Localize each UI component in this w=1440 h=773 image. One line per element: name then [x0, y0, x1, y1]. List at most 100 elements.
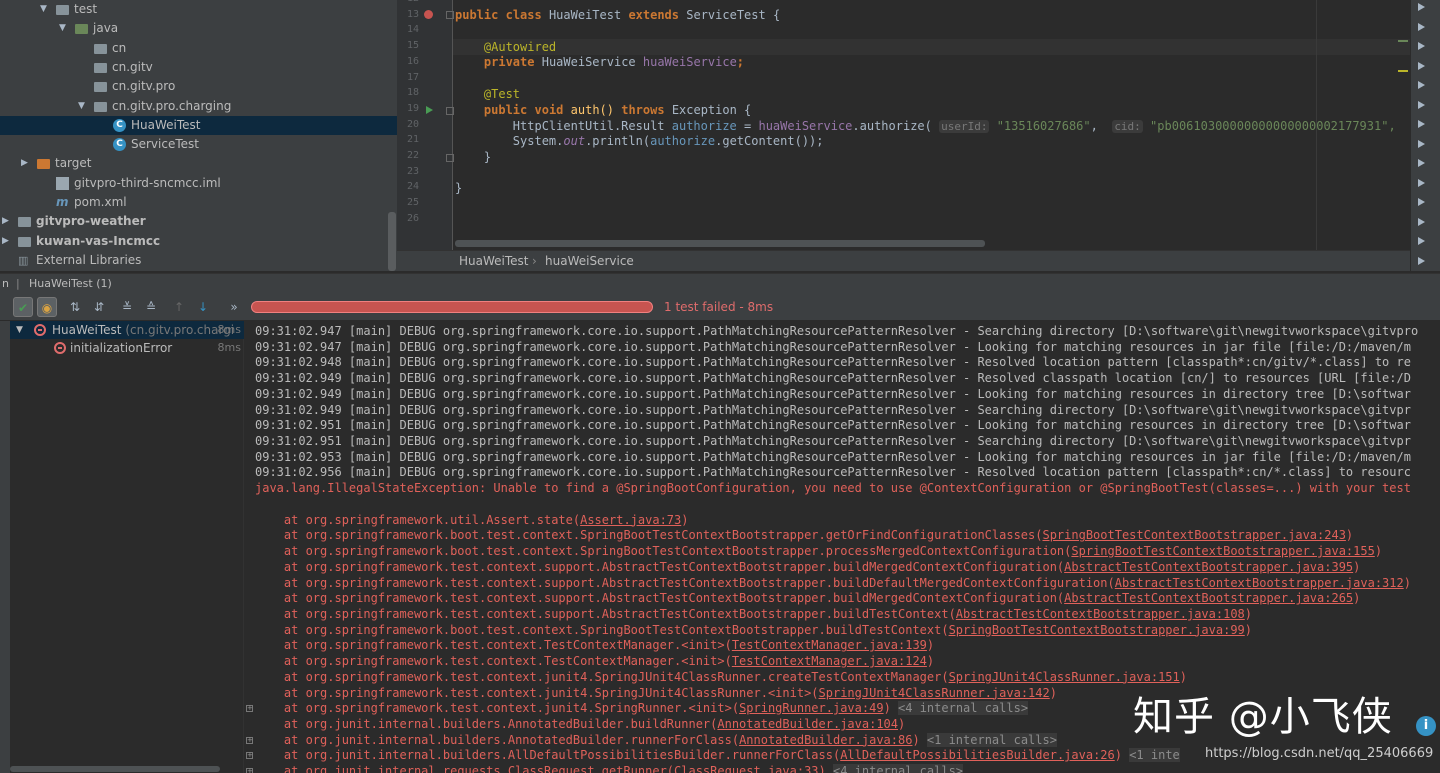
source-link[interactable]: SpringRunner.java:49: [739, 701, 884, 715]
excluded-folder-icon: [37, 159, 50, 170]
source-link[interactable]: SpringBootTestContextBootstrapper.java:1…: [1071, 544, 1374, 558]
code-line-22[interactable]: }: [455, 149, 491, 165]
source-link[interactable]: AbstractTestContextBootstrapper.java:395: [1064, 560, 1353, 574]
internal-calls-fold[interactable]: <4 internal calls>: [832, 764, 964, 773]
more-actions-button[interactable]: »: [224, 297, 244, 317]
stripe-arrow-icon[interactable]: [1418, 217, 1425, 226]
run-tab-title[interactable]: HuaWeiTest (1): [29, 274, 112, 294]
tree-item[interactable]: cn: [0, 39, 397, 58]
tree-item[interactable]: cn.gitv: [0, 58, 397, 77]
code-line-16[interactable]: private HuaWeiService huaWeiService;: [455, 54, 744, 70]
run-test-icon[interactable]: [426, 106, 433, 114]
source-link[interactable]: SpringJUnit4ClassRunner.java:142: [819, 686, 1050, 700]
stripe-arrow-icon[interactable]: [1418, 42, 1425, 50]
tree-item[interactable]: ▥ External Libraries: [0, 251, 397, 270]
expand-fold-icon[interactable]: +: [246, 752, 253, 760]
tree-item[interactable]: C ServiceTest: [0, 135, 397, 154]
fold-icon[interactable]: [446, 11, 454, 19]
expand-fold-icon[interactable]: +: [246, 736, 253, 744]
internal-calls-fold[interactable]: <4 internal calls>: [898, 701, 1029, 716]
source-link[interactable]: AnnotatedBuilder.java:104: [717, 717, 898, 731]
previous-failed-button[interactable]: ↑: [169, 297, 189, 317]
stack-trace-line: at org.springframework.boot.test.context…: [255, 622, 1253, 637]
code-line-15[interactable]: @Autowired: [455, 39, 556, 55]
source-link[interactable]: SpringBootTestContextBootstrapper.java:2…: [1042, 528, 1345, 542]
source-link[interactable]: Assert.java:73: [580, 513, 681, 527]
fold-icon[interactable]: [446, 107, 454, 115]
stripe-arrow-icon[interactable]: [1418, 61, 1425, 70]
stripe-arrow-icon[interactable]: [1418, 159, 1425, 167]
collapse-all-button[interactable]: ≙: [141, 297, 161, 317]
override-marker-icon[interactable]: [424, 10, 433, 19]
source-link[interactable]: TestContextManager.java:124: [732, 654, 927, 668]
internal-calls-fold[interactable]: <1 internal calls>: [926, 732, 1057, 747]
code-editor[interactable]: 121314151617181920212223242526 public cl…: [397, 0, 1410, 250]
code-line-18[interactable]: @Test: [455, 86, 520, 102]
test-row-method[interactable]: initializationError 8ms: [10, 339, 244, 357]
stripe-arrow-icon[interactable]: [1418, 3, 1425, 11]
source-link[interactable]: AbstractTestContextBootstrapper.java:265: [1064, 591, 1353, 605]
sort-alphabetically-button[interactable]: ⇅: [65, 297, 85, 317]
expand-fold-icon[interactable]: +: [246, 705, 253, 713]
next-failed-button[interactable]: ↓: [193, 297, 213, 317]
tree-item[interactable]: ▼ java: [0, 19, 397, 38]
expand-fold-icon[interactable]: +: [246, 768, 253, 773]
stack-trace-line: at org.springframework.test.context.juni…: [255, 669, 1187, 684]
stripe-arrow-icon[interactable]: [1418, 198, 1425, 206]
source-link[interactable]: TestContextManager.java:139: [732, 638, 927, 652]
tree-item[interactable]: cn.gitv.pro: [0, 77, 397, 96]
editor-horizontal-scrollbar[interactable]: [455, 240, 985, 247]
stripe-arrow-icon[interactable]: [1418, 120, 1425, 128]
sort-by-duration-button[interactable]: ⇵: [89, 297, 109, 317]
code-line-19[interactable]: public void auth() throws Exception {: [455, 102, 751, 118]
source-link[interactable]: AbstractTestContextBootstrapper.java:312: [1115, 576, 1404, 590]
collapse-arrow-icon[interactable]: ▶: [2, 232, 12, 251]
stripe-arrow-icon[interactable]: [1418, 237, 1425, 245]
stripe-arrow-icon[interactable]: [1418, 178, 1425, 187]
source-link[interactable]: ClassRequest.java:33: [674, 764, 819, 773]
tree-item[interactable]: gitvpro-third-sncmcc.iml: [0, 174, 397, 193]
source-link[interactable]: AbstractTestContextBootstrapper.java:108: [956, 607, 1245, 621]
tree-item[interactable]: C HuaWeiTest: [0, 115, 397, 135]
code-line-24[interactable]: }: [455, 180, 462, 196]
stripe-arrow-icon[interactable]: [1418, 22, 1425, 31]
code-line-20[interactable]: HttpClientUtil.Result authorize = huaWei…: [455, 118, 1396, 134]
show-passed-button[interactable]: ✔: [13, 297, 33, 317]
stripe-arrow-icon[interactable]: [1418, 100, 1425, 109]
code-line-21[interactable]: System.out.println(authorize.getContent(…: [455, 133, 824, 149]
stripe-arrow-icon[interactable]: [1418, 81, 1425, 89]
project-scrollbar[interactable]: [388, 212, 396, 271]
collapse-arrow-icon[interactable]: ▶: [2, 212, 12, 231]
collapse-arrow-icon[interactable]: ▶: [21, 154, 31, 173]
tree-item[interactable]: ▶ kuwan-vas-Incmcc: [0, 232, 397, 251]
source-link[interactable]: AllDefaultPossibilitiesBuilder.java:26: [840, 748, 1115, 762]
internal-calls-fold[interactable]: <1 inte: [1129, 748, 1180, 763]
package-icon: [94, 82, 107, 93]
stripe-arrow-icon[interactable]: [1418, 256, 1425, 265]
expand-arrow-icon[interactable]: ▼: [78, 97, 88, 116]
tree-item[interactable]: m pom.xml: [0, 193, 397, 212]
info-icon[interactable]: i: [1416, 716, 1436, 736]
tree-item[interactable]: ▶ target: [0, 154, 397, 173]
show-ignored-button[interactable]: ◉: [37, 297, 57, 317]
source-link[interactable]: SpringJUnit4ClassRunner.java:151: [949, 670, 1180, 684]
warning-marker[interactable]: [1398, 70, 1408, 72]
change-marker[interactable]: [1398, 40, 1408, 42]
arrow-up-icon: ↑: [173, 300, 185, 314]
test-tree-scrollbar[interactable]: [10, 766, 220, 772]
breadcrumb-item-field[interactable]: huaWeiService: [545, 251, 634, 272]
expand-arrow-icon[interactable]: ▼: [40, 0, 50, 19]
stripe-arrow-icon[interactable]: [1418, 139, 1425, 148]
source-link[interactable]: SpringBootTestContextBootstrapper.java:9…: [949, 623, 1245, 637]
expand-arrow-icon[interactable]: ▼: [59, 19, 69, 38]
tree-item[interactable]: ▼ cn.gitv.pro.charging: [0, 97, 397, 116]
source-link[interactable]: AnnotatedBuilder.java:86: [739, 733, 912, 747]
sort-duration-icon: ⇵: [93, 300, 105, 314]
code-line-13[interactable]: public class HuaWeiTest extends ServiceT…: [455, 7, 780, 23]
test-row-class[interactable]: ▼ HuaWeiTest (cn.gitv.pro.chargi 8ms: [10, 321, 244, 339]
fold-icon[interactable]: [446, 154, 454, 162]
expand-all-button[interactable]: ≚: [117, 297, 137, 317]
breadcrumb-item-class[interactable]: HuaWeiTest: [459, 251, 529, 272]
tree-item[interactable]: ▼ test: [0, 0, 397, 19]
tree-item[interactable]: ▶ gitvpro-weather: [0, 212, 397, 231]
